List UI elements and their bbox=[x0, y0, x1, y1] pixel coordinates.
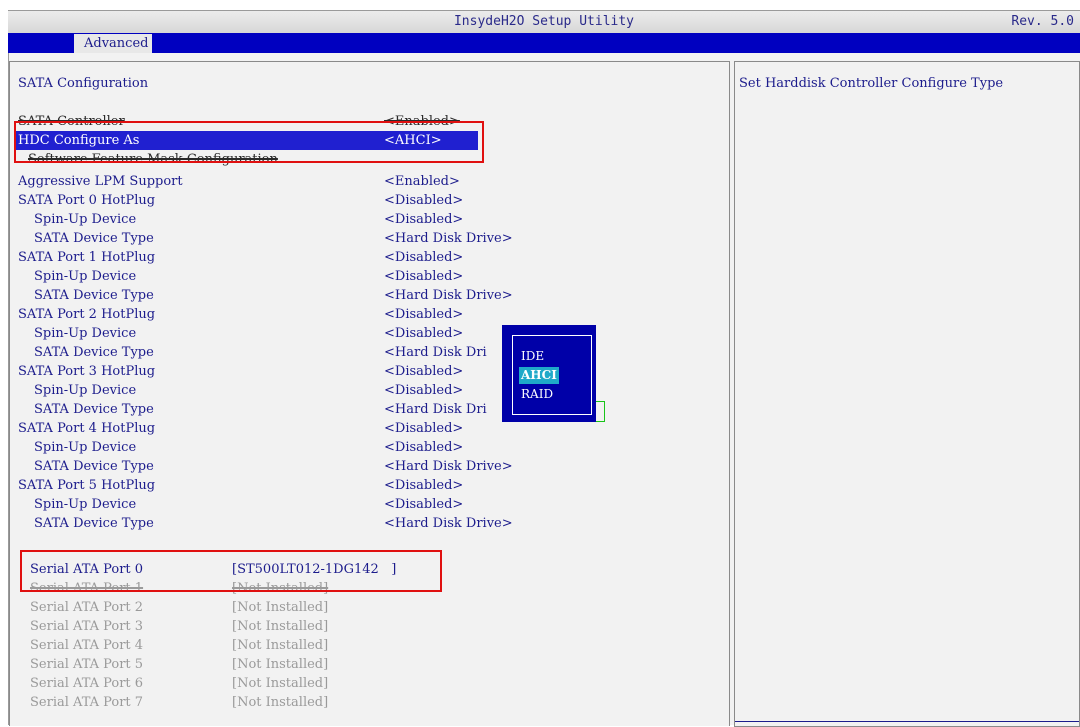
setting-row[interactable]: SATA Device Type <Hard Disk Dri bbox=[18, 343, 718, 362]
setting-label: SATA Port 3 HotPlug bbox=[18, 364, 156, 379]
sata-port-row: Serial ATA Port 4 [Not Installed] bbox=[0, 636, 700, 655]
sata-port-label: Serial ATA Port 4 bbox=[30, 638, 144, 653]
setting-label: SATA Port 0 HotPlug bbox=[18, 193, 156, 208]
revision-label: Rev. 5.0 bbox=[1011, 14, 1074, 29]
sata-port-value: [Not Installed] bbox=[232, 695, 329, 710]
setting-label: SATA Device Type bbox=[34, 288, 154, 303]
setting-label: SATA Device Type bbox=[34, 231, 154, 246]
setting-value[interactable]: <Hard Disk Drive> bbox=[384, 457, 513, 476]
setting-label: Spin-Up Device bbox=[34, 440, 137, 455]
setting-label: Spin-Up Device bbox=[34, 326, 137, 341]
popup-option-ahci[interactable]: AHCI bbox=[519, 367, 559, 384]
setting-row[interactable]: Spin-Up Device <Disabled> bbox=[18, 495, 718, 514]
setting-value[interactable]: <Hard Disk Dri bbox=[384, 400, 487, 419]
setting-row[interactable]: Spin-Up Device <Disabled> bbox=[18, 324, 718, 343]
setting-label: SATA Port 4 HotPlug bbox=[18, 421, 156, 436]
title-bar: InsydeH2O Setup Utility Rev. 5.0 bbox=[8, 10, 1080, 34]
sata-port-value: [Not Installed] bbox=[232, 676, 329, 691]
sata-port-value: [Not Installed] bbox=[232, 600, 329, 615]
setting-row[interactable]: SATA Port 1 HotPlug <Disabled> bbox=[18, 248, 718, 267]
sata-port-label: Serial ATA Port 3 bbox=[30, 619, 144, 634]
annotation-box-hdc-configure bbox=[14, 121, 484, 163]
sata-port-label: Serial ATA Port 7 bbox=[30, 695, 144, 710]
setting-row[interactable]: Spin-Up Device <Disabled> bbox=[18, 381, 718, 400]
setting-value[interactable]: <Disabled> bbox=[384, 248, 463, 267]
sata-port-row: Serial ATA Port 5 [Not Installed] bbox=[0, 655, 700, 674]
sata-port-value: [Not Installed] bbox=[232, 619, 329, 634]
setting-label: SATA Device Type bbox=[34, 345, 154, 360]
setting-label: SATA Port 2 HotPlug bbox=[18, 307, 156, 322]
setting-label: SATA Device Type bbox=[34, 402, 154, 417]
setting-value[interactable]: <Enabled> bbox=[384, 172, 460, 191]
setting-value[interactable]: <Disabled> bbox=[384, 305, 463, 324]
setting-row[interactable]: SATA Device Type <Hard Disk Drive> bbox=[18, 457, 718, 476]
focus-indicator bbox=[596, 401, 605, 422]
setting-label: SATA Port 5 HotPlug bbox=[18, 478, 156, 493]
sata-port-value: [Not Installed] bbox=[232, 657, 329, 672]
setting-value[interactable]: <Disabled> bbox=[384, 267, 463, 286]
setting-value[interactable]: <Hard Disk Drive> bbox=[384, 229, 513, 248]
help-panel: Set Harddisk Controller Configure Type bbox=[734, 61, 1080, 727]
setting-row[interactable]: Aggressive LPM Support <Enabled> bbox=[18, 172, 718, 191]
setting-value[interactable]: <Disabled> bbox=[384, 191, 463, 210]
setting-value[interactable]: <Hard Disk Drive> bbox=[384, 286, 513, 305]
setting-value[interactable]: <Disabled> bbox=[384, 324, 463, 343]
setting-row[interactable]: SATA Port 5 HotPlug <Disabled> bbox=[18, 476, 718, 495]
setting-value[interactable]: <Disabled> bbox=[384, 476, 463, 495]
setting-value[interactable]: <Disabled> bbox=[384, 438, 463, 457]
popup-options-frame: IDE AHCI RAID bbox=[512, 335, 592, 415]
popup-option-raid[interactable]: RAID bbox=[519, 386, 555, 403]
setting-row[interactable]: SATA Device Type <Hard Disk Drive> bbox=[18, 229, 718, 248]
setting-row[interactable]: SATA Device Type <Hard Disk Drive> bbox=[18, 514, 718, 533]
setting-row[interactable]: SATA Port 0 HotPlug <Disabled> bbox=[18, 191, 718, 210]
sata-port-value: [Not Installed] bbox=[232, 638, 329, 653]
page-title: SATA Configuration bbox=[18, 76, 149, 91]
annotation-box-serial-ata-port-0 bbox=[20, 550, 442, 592]
setting-label: SATA Device Type bbox=[34, 459, 154, 474]
tab-advanced[interactable]: Advanced bbox=[74, 34, 153, 53]
sata-port-label: Serial ATA Port 5 bbox=[30, 657, 144, 672]
setting-label: Spin-Up Device bbox=[34, 497, 137, 512]
sata-port-row: Serial ATA Port 3 [Not Installed] bbox=[0, 617, 700, 636]
setting-row[interactable]: SATA Port 3 HotPlug <Disabled> bbox=[18, 362, 718, 381]
sata-port-row: Serial ATA Port 7 [Not Installed] bbox=[0, 693, 700, 712]
setting-value[interactable]: <Hard Disk Dri bbox=[384, 343, 487, 362]
menu-bar: Advanced bbox=[8, 33, 1080, 53]
setting-row[interactable]: Spin-Up Device <Disabled> bbox=[18, 267, 718, 286]
sata-port-label: Serial ATA Port 2 bbox=[30, 600, 144, 615]
help-text: Set Harddisk Controller Configure Type bbox=[739, 76, 1004, 91]
setting-row[interactable]: Spin-Up Device <Disabled> bbox=[18, 438, 718, 457]
setting-value[interactable]: <Disabled> bbox=[384, 210, 463, 229]
hdc-mode-popup: IDE AHCI RAID bbox=[502, 325, 596, 422]
setting-row[interactable]: SATA Port 2 HotPlug <Disabled> bbox=[18, 305, 718, 324]
sata-port-row: Serial ATA Port 6 [Not Installed] bbox=[0, 674, 700, 693]
setting-row[interactable]: SATA Device Type <Hard Disk Dri bbox=[18, 400, 718, 419]
setting-label: SATA Port 1 HotPlug bbox=[18, 250, 156, 265]
popup-option-ide[interactable]: IDE bbox=[519, 348, 546, 365]
setting-value[interactable]: <Disabled> bbox=[384, 419, 463, 438]
sata-port-label: Serial ATA Port 6 bbox=[30, 676, 144, 691]
setting-value[interactable]: <Hard Disk Drive> bbox=[384, 514, 513, 533]
app-title: InsydeH2O Setup Utility bbox=[453, 14, 634, 29]
setting-row[interactable]: SATA Device Type <Hard Disk Drive> bbox=[18, 286, 718, 305]
sata-port-row: Serial ATA Port 2 [Not Installed] bbox=[0, 598, 700, 617]
setting-row[interactable]: Spin-Up Device <Disabled> bbox=[18, 210, 718, 229]
setting-value[interactable]: <Disabled> bbox=[384, 381, 463, 400]
setting-label: Aggressive LPM Support bbox=[18, 174, 183, 189]
setting-label: SATA Device Type bbox=[34, 516, 154, 531]
setting-label: Spin-Up Device bbox=[34, 212, 137, 227]
help-panel-divider bbox=[735, 721, 1079, 722]
setting-label: Spin-Up Device bbox=[34, 383, 137, 398]
setting-value[interactable]: <Disabled> bbox=[384, 362, 463, 381]
setting-row[interactable]: SATA Port 4 HotPlug <Disabled> bbox=[18, 419, 718, 438]
setting-value[interactable]: <Disabled> bbox=[384, 495, 463, 514]
setting-label: Spin-Up Device bbox=[34, 269, 137, 284]
